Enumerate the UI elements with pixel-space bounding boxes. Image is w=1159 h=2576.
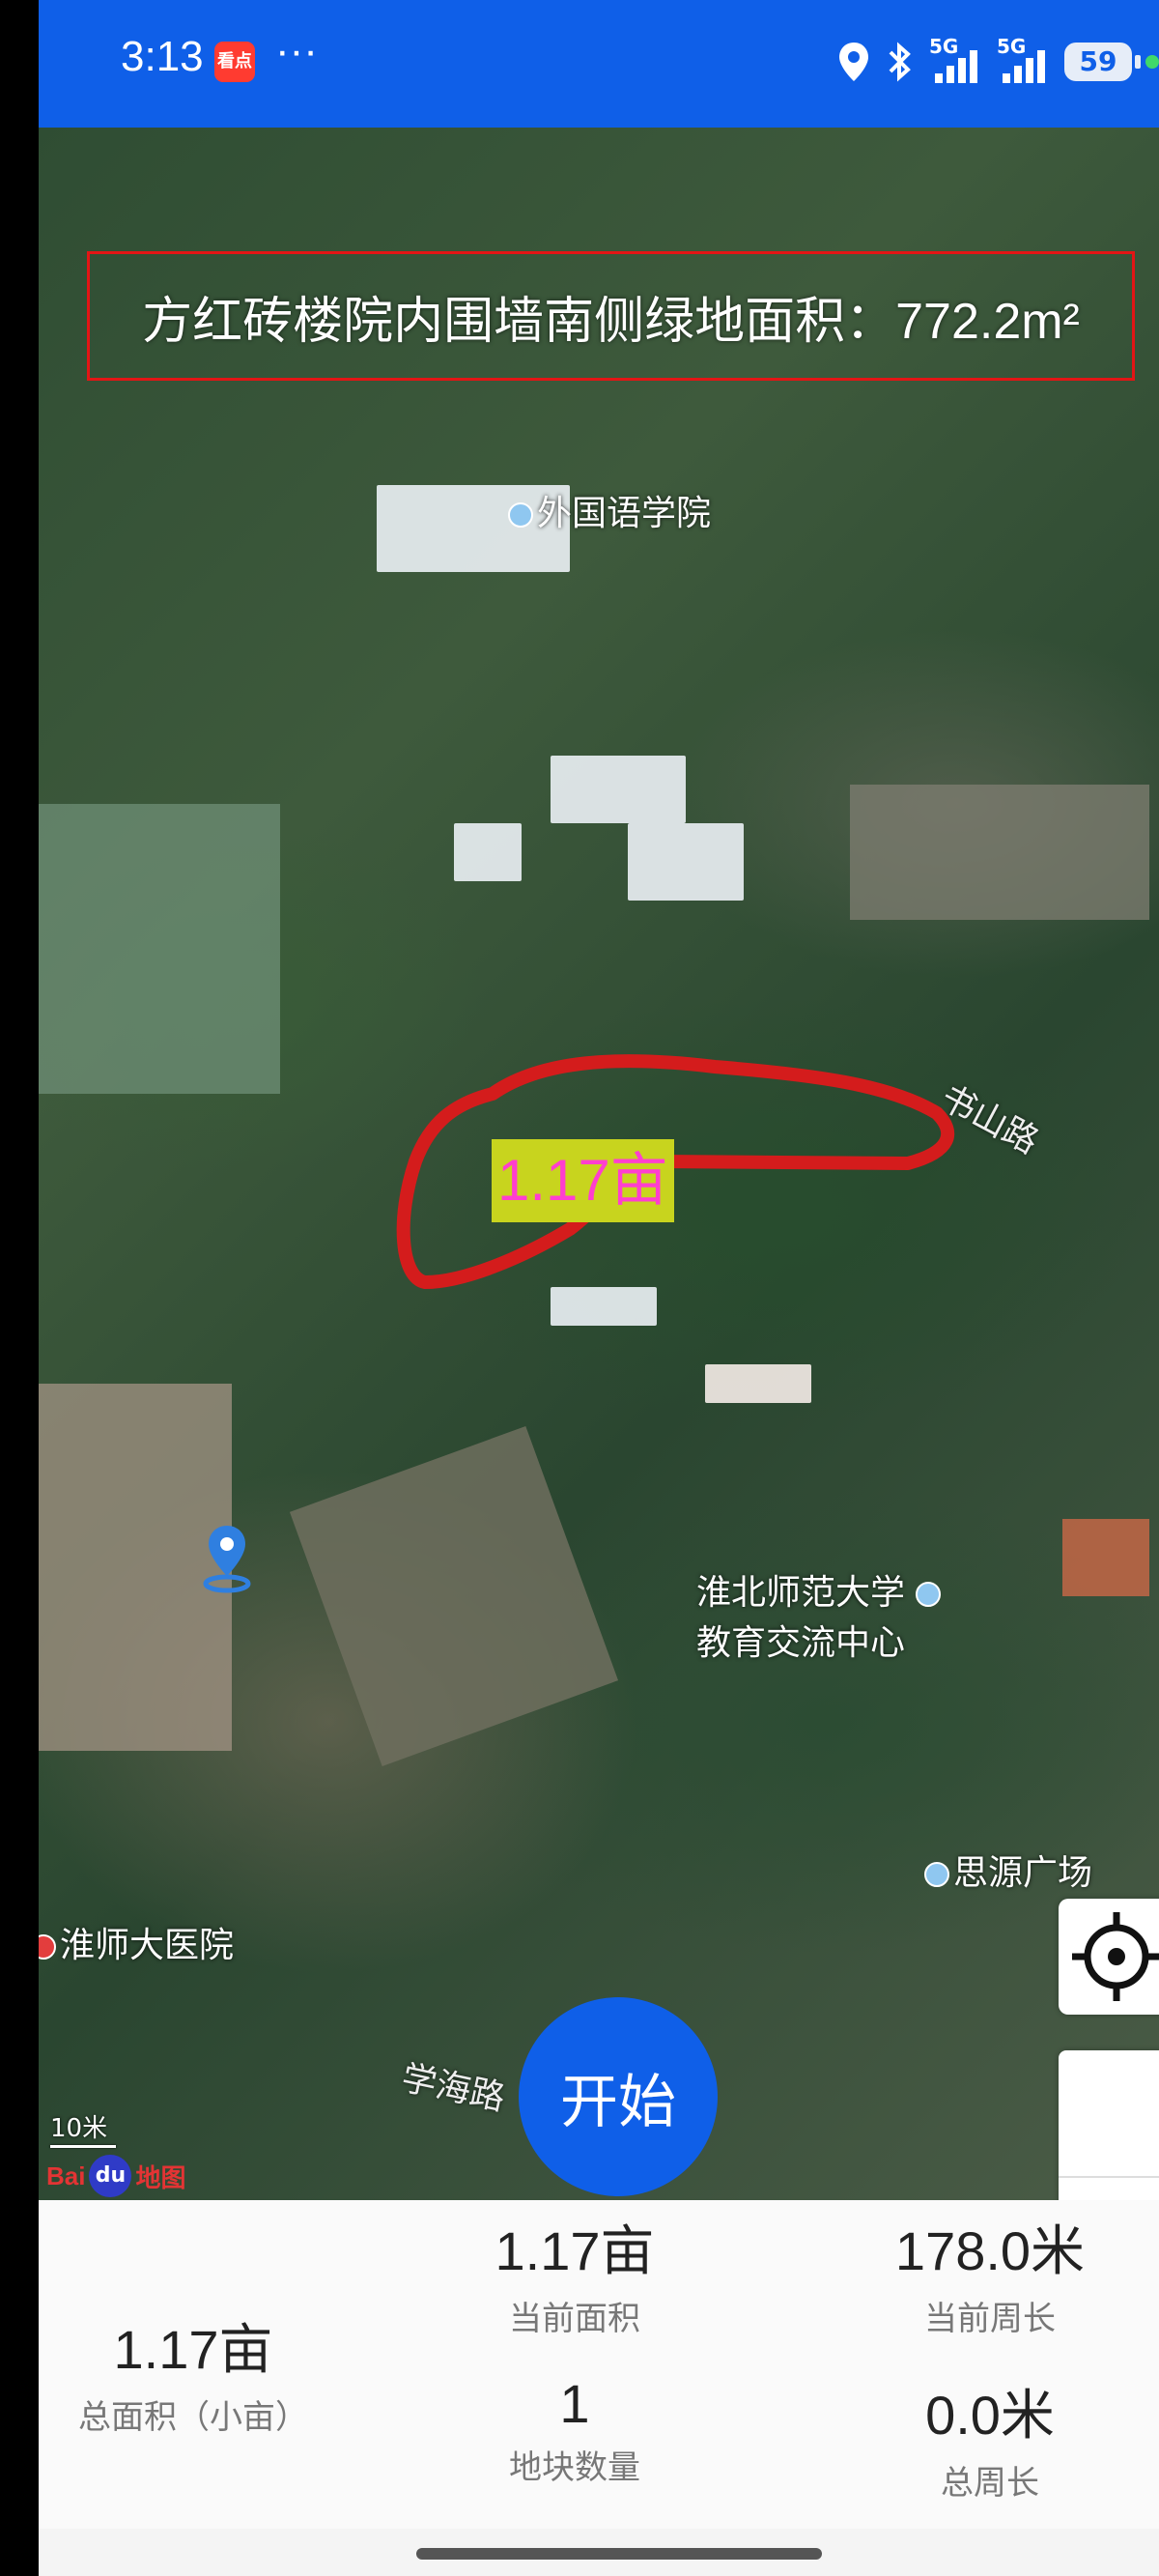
poi-label: 思源广场 [953, 1853, 1093, 1893]
plot-count-stat: 1 地块数量 [415, 2372, 734, 2488]
total-perimeter-label: 总周长 [941, 2464, 1039, 2503]
total-area-value: 1.17亩 [113, 2319, 273, 2380]
left-black-edge [0, 0, 39, 2576]
zoom-controls [1059, 2050, 1159, 2200]
area-label: 1.17亩 [492, 1139, 674, 1222]
total-area-label: 总面积（小亩） [78, 2398, 308, 2437]
poi-label: 淮师大医院 [60, 1926, 235, 1965]
status-icons: 5G 5G 59 [836, 35, 1159, 89]
current-area-stat: 1.17亩 当前面积 [415, 2208, 734, 2339]
current-perimeter-stat: 178.0米 当前周长 [831, 2208, 1149, 2339]
poi-icon [39, 1934, 56, 1960]
bluetooth-icon [889, 42, 911, 82]
battery-icon: 59 [1064, 43, 1141, 81]
signal-label-2: 5G [997, 35, 1027, 58]
locate-button[interactable] [1059, 1899, 1159, 2015]
poi-foreign-language-school[interactable]: 外国语学院 [508, 485, 711, 535]
user-location-icon [203, 1526, 251, 1593]
status-time: 3:13 [121, 33, 204, 80]
area-title-box: 方红砖楼院内围墙南侧绿地面积：772.2m² [87, 251, 1135, 381]
signal-icon: 5G [929, 35, 983, 85]
poi-siyuan-square[interactable]: 思源广场 [924, 1845, 1092, 1895]
current-area-value: 1.17亩 [495, 2220, 655, 2281]
poi-icon [924, 1862, 949, 1887]
status-bar: 3:13 看点 ··· 5G 5G 59 [39, 0, 1159, 128]
poi-label: 外国语学院 [537, 494, 712, 533]
total-perimeter-stat: 0.0米 总周长 [831, 2372, 1149, 2504]
current-perimeter-value: 178.0米 [894, 2220, 1086, 2281]
stats-panel: 1.17亩 总面积（小亩） 1.17亩 当前面积 178.0米 当前周长 1 地… [39, 2200, 1159, 2529]
poi-icon [916, 1582, 942, 1607]
news-app-icon: 看点 [214, 42, 255, 82]
baidu-paw-icon: du [89, 2155, 132, 2197]
zoom-out-button[interactable] [1059, 2178, 1159, 2200]
locate-icon [1072, 1912, 1159, 2001]
satellite-map[interactable]: 方红砖楼院内围墙南侧绿地面积：772.2m² 1.17亩 外国语学院 淮北师范大… [39, 128, 1159, 2200]
poi-hospital[interactable]: 淮师大医院 [39, 1917, 234, 1967]
scale-bar [50, 2145, 116, 2148]
scale-label: 10米 [50, 2114, 108, 2143]
plot-count-label: 地块数量 [509, 2448, 640, 2487]
location-icon [839, 43, 868, 81]
poi-exchange-center[interactable]: 淮北师范大学 教育交流中心 [696, 1564, 945, 1665]
signal-icon-2: 5G [997, 35, 1051, 85]
home-indicator[interactable] [416, 2548, 822, 2560]
poi-label-line2: 教育交流中心 [696, 1623, 906, 1663]
status-dot [1145, 55, 1159, 69]
total-perimeter-value: 0.0米 [925, 2385, 1055, 2446]
zoom-in-button[interactable] [1059, 2050, 1159, 2176]
total-area-stat: 1.17亩 总面积（小亩） [39, 2306, 348, 2438]
app-screen: 3:13 看点 ··· 5G 5G 59 方红砖楼院内围墙南侧绿地面积：772.… [39, 0, 1159, 2576]
status-more-icon: ··· [275, 27, 318, 74]
area-title: 方红砖楼院内围墙南侧绿地面积：772.2m² [142, 293, 1080, 350]
baidu-logo: Bai du 地图 [46, 2155, 185, 2197]
poi-icon [508, 502, 533, 528]
poi-label-line1: 淮北师范大学 [696, 1564, 945, 1615]
plot-count-value: 1 [559, 2373, 590, 2434]
signal-label: 5G [929, 35, 959, 58]
current-perimeter-label: 当前周长 [924, 2300, 1056, 2338]
start-button[interactable]: 开始 [519, 1997, 718, 2196]
current-area-label: 当前面积 [509, 2300, 640, 2338]
